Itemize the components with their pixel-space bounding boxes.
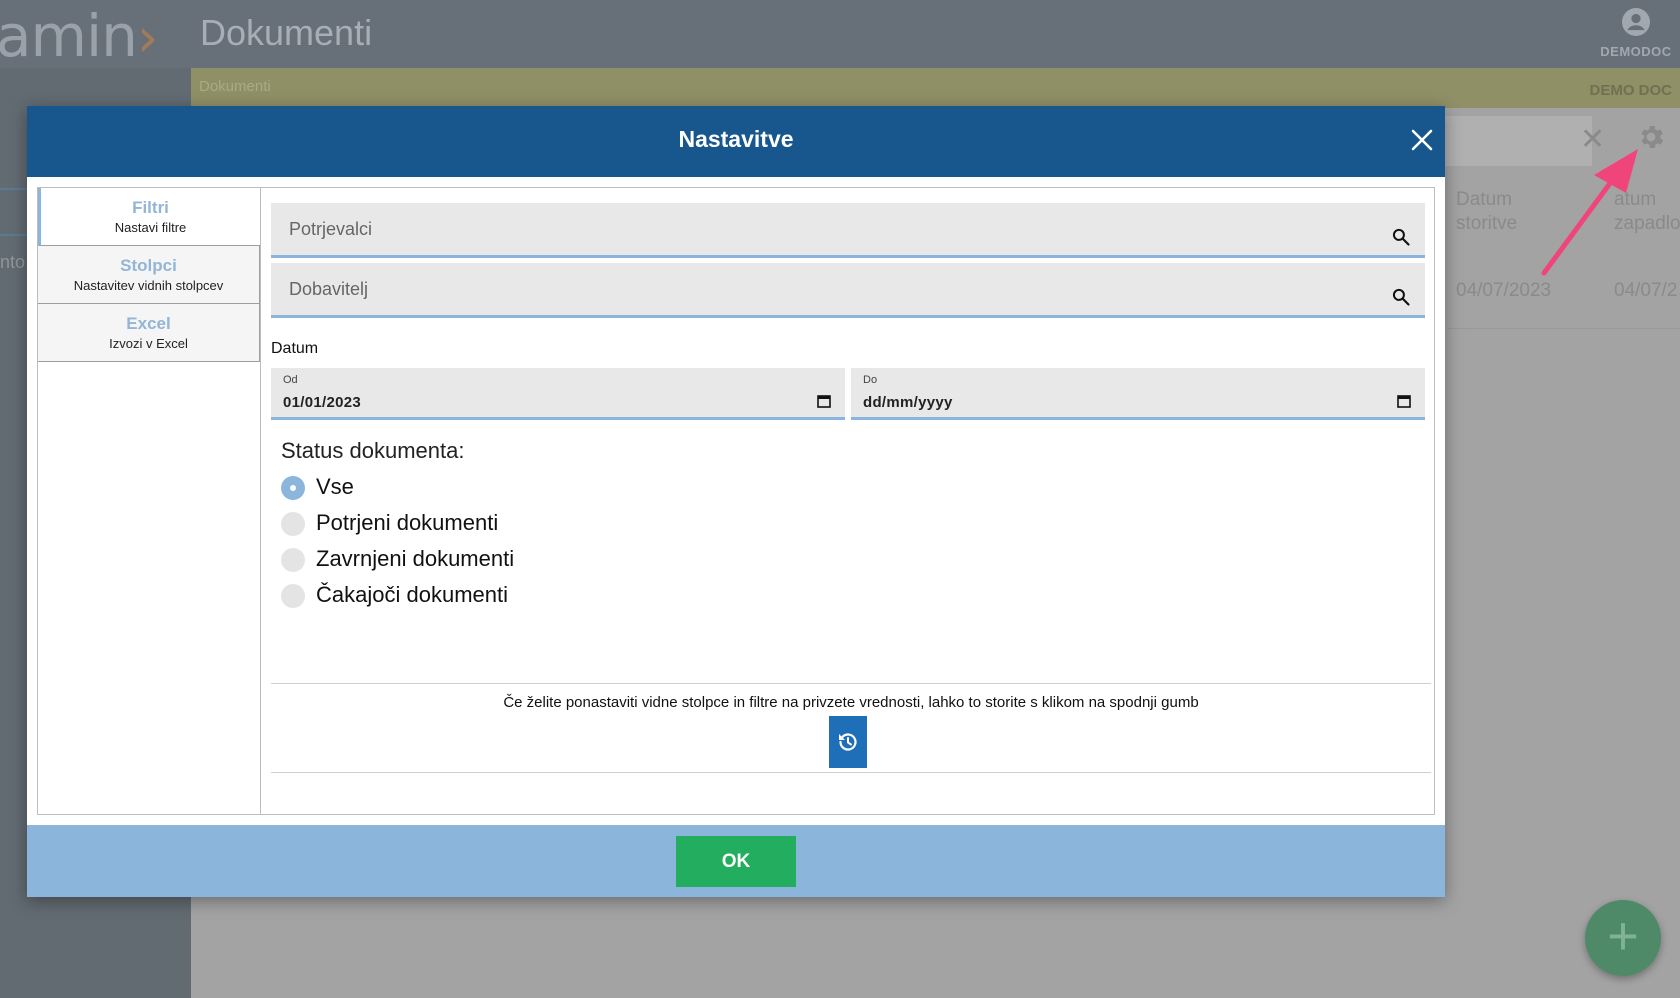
app-header: amin› Dokumenti DEMODOC — [0, 0, 1680, 70]
tab-subtitle: Nastavi filtre — [114, 220, 187, 235]
radio-label[interactable]: Vse — [316, 474, 354, 500]
applicants-input[interactable] — [271, 203, 1381, 255]
search-icon[interactable] — [1391, 227, 1411, 247]
settings-dialog: Nastavitve Filtri Nastavi filtre Stolpci… — [27, 106, 1445, 897]
supplier-input[interactable] — [271, 263, 1381, 315]
date-to-field[interactable]: Do dd/mm/yyyy — [851, 368, 1425, 420]
date-from-field[interactable]: Od 01/01/2023 — [271, 368, 845, 420]
status-title: Status dokumenta: — [281, 438, 465, 463]
tab-subtitle: Izvozi v Excel — [109, 336, 188, 351]
page-title: Dokumenti — [200, 12, 373, 53]
ok-button[interactable]: OK — [676, 836, 796, 887]
reset-section: Če želite ponastaviti vidne stolpce in f… — [271, 683, 1431, 773]
date-from-label: Od — [283, 374, 298, 386]
radio-label[interactable]: Potrjeni dokumenti — [316, 510, 498, 536]
supplier-lookup — [271, 263, 1425, 318]
tab-columns[interactable]: Stolpci Nastavitev vidnih stolpcev — [38, 246, 260, 304]
breadcrumb[interactable]: Dokumenti — [199, 78, 271, 95]
history-icon — [839, 733, 857, 751]
breadcrumb-bar: Dokumenti DEMO DOC — [191, 68, 1680, 108]
column-header[interactable]: Datum storitve — [1456, 188, 1517, 236]
filters-panel: Datum Od 01/01/2023 Do dd/mm/yyyy Status… — [271, 188, 1431, 814]
tab-title: Stolpci — [120, 256, 177, 275]
search-icon[interactable] — [1391, 287, 1411, 307]
radio-label[interactable]: Zavrnjeni dokumenti — [316, 546, 514, 572]
radio-button[interactable] — [281, 584, 305, 608]
radio-button[interactable] — [281, 512, 305, 536]
calendar-icon[interactable] — [1397, 394, 1411, 408]
radio-button[interactable] — [281, 548, 305, 572]
dialog-footer: OK — [27, 825, 1445, 897]
date-section-label: Datum — [271, 340, 319, 357]
user-menu[interactable]: DEMODOC — [1596, 8, 1676, 59]
tab-title: Excel — [126, 314, 171, 333]
reset-defaults-button[interactable] — [829, 716, 867, 768]
tab-excel[interactable]: Excel Izvozi v Excel — [38, 304, 260, 362]
dialog-header: Nastavitve — [27, 106, 1445, 177]
table-row-divider — [1448, 328, 1680, 329]
applicants-lookup — [271, 203, 1425, 258]
date-to-value[interactable]: dd/mm/yyyy — [863, 394, 953, 411]
annotation-arrow-icon — [1541, 149, 1638, 276]
company-name: DEMO DOC — [1589, 82, 1673, 99]
dialog-body: Filtri Nastavi filtre Stolpci Nastavitev… — [37, 187, 1435, 815]
radio-button[interactable] — [281, 476, 305, 500]
tab-subtitle: Nastavitev vidnih stolpcev — [73, 278, 224, 293]
sidebar-divider — [0, 234, 30, 236]
calendar-icon[interactable] — [817, 394, 831, 408]
account-icon — [1622, 8, 1650, 36]
sidebar-divider — [0, 188, 30, 190]
add-button[interactable]: + — [1585, 900, 1661, 976]
app-logo[interactable]: amin› — [0, 2, 159, 70]
date-to-label: Do — [863, 374, 878, 386]
close-icon[interactable] — [1410, 128, 1434, 152]
date-from-value[interactable]: 01/01/2023 — [283, 394, 361, 411]
sidebar-item-label[interactable]: nto — [0, 252, 25, 273]
settings-tabs: Filtri Nastavi filtre Stolpci Nastavitev… — [38, 188, 261, 814]
dialog-title: Nastavitve — [678, 126, 794, 152]
user-name: DEMODOC — [1600, 44, 1672, 59]
tab-filters[interactable]: Filtri Nastavi filtre — [38, 188, 260, 246]
radio-label[interactable]: Čakajoči dokumenti — [316, 582, 508, 608]
reset-hint: Če želite ponastaviti vidne stolpce in f… — [503, 694, 1199, 711]
tab-title: Filtri — [132, 198, 169, 217]
